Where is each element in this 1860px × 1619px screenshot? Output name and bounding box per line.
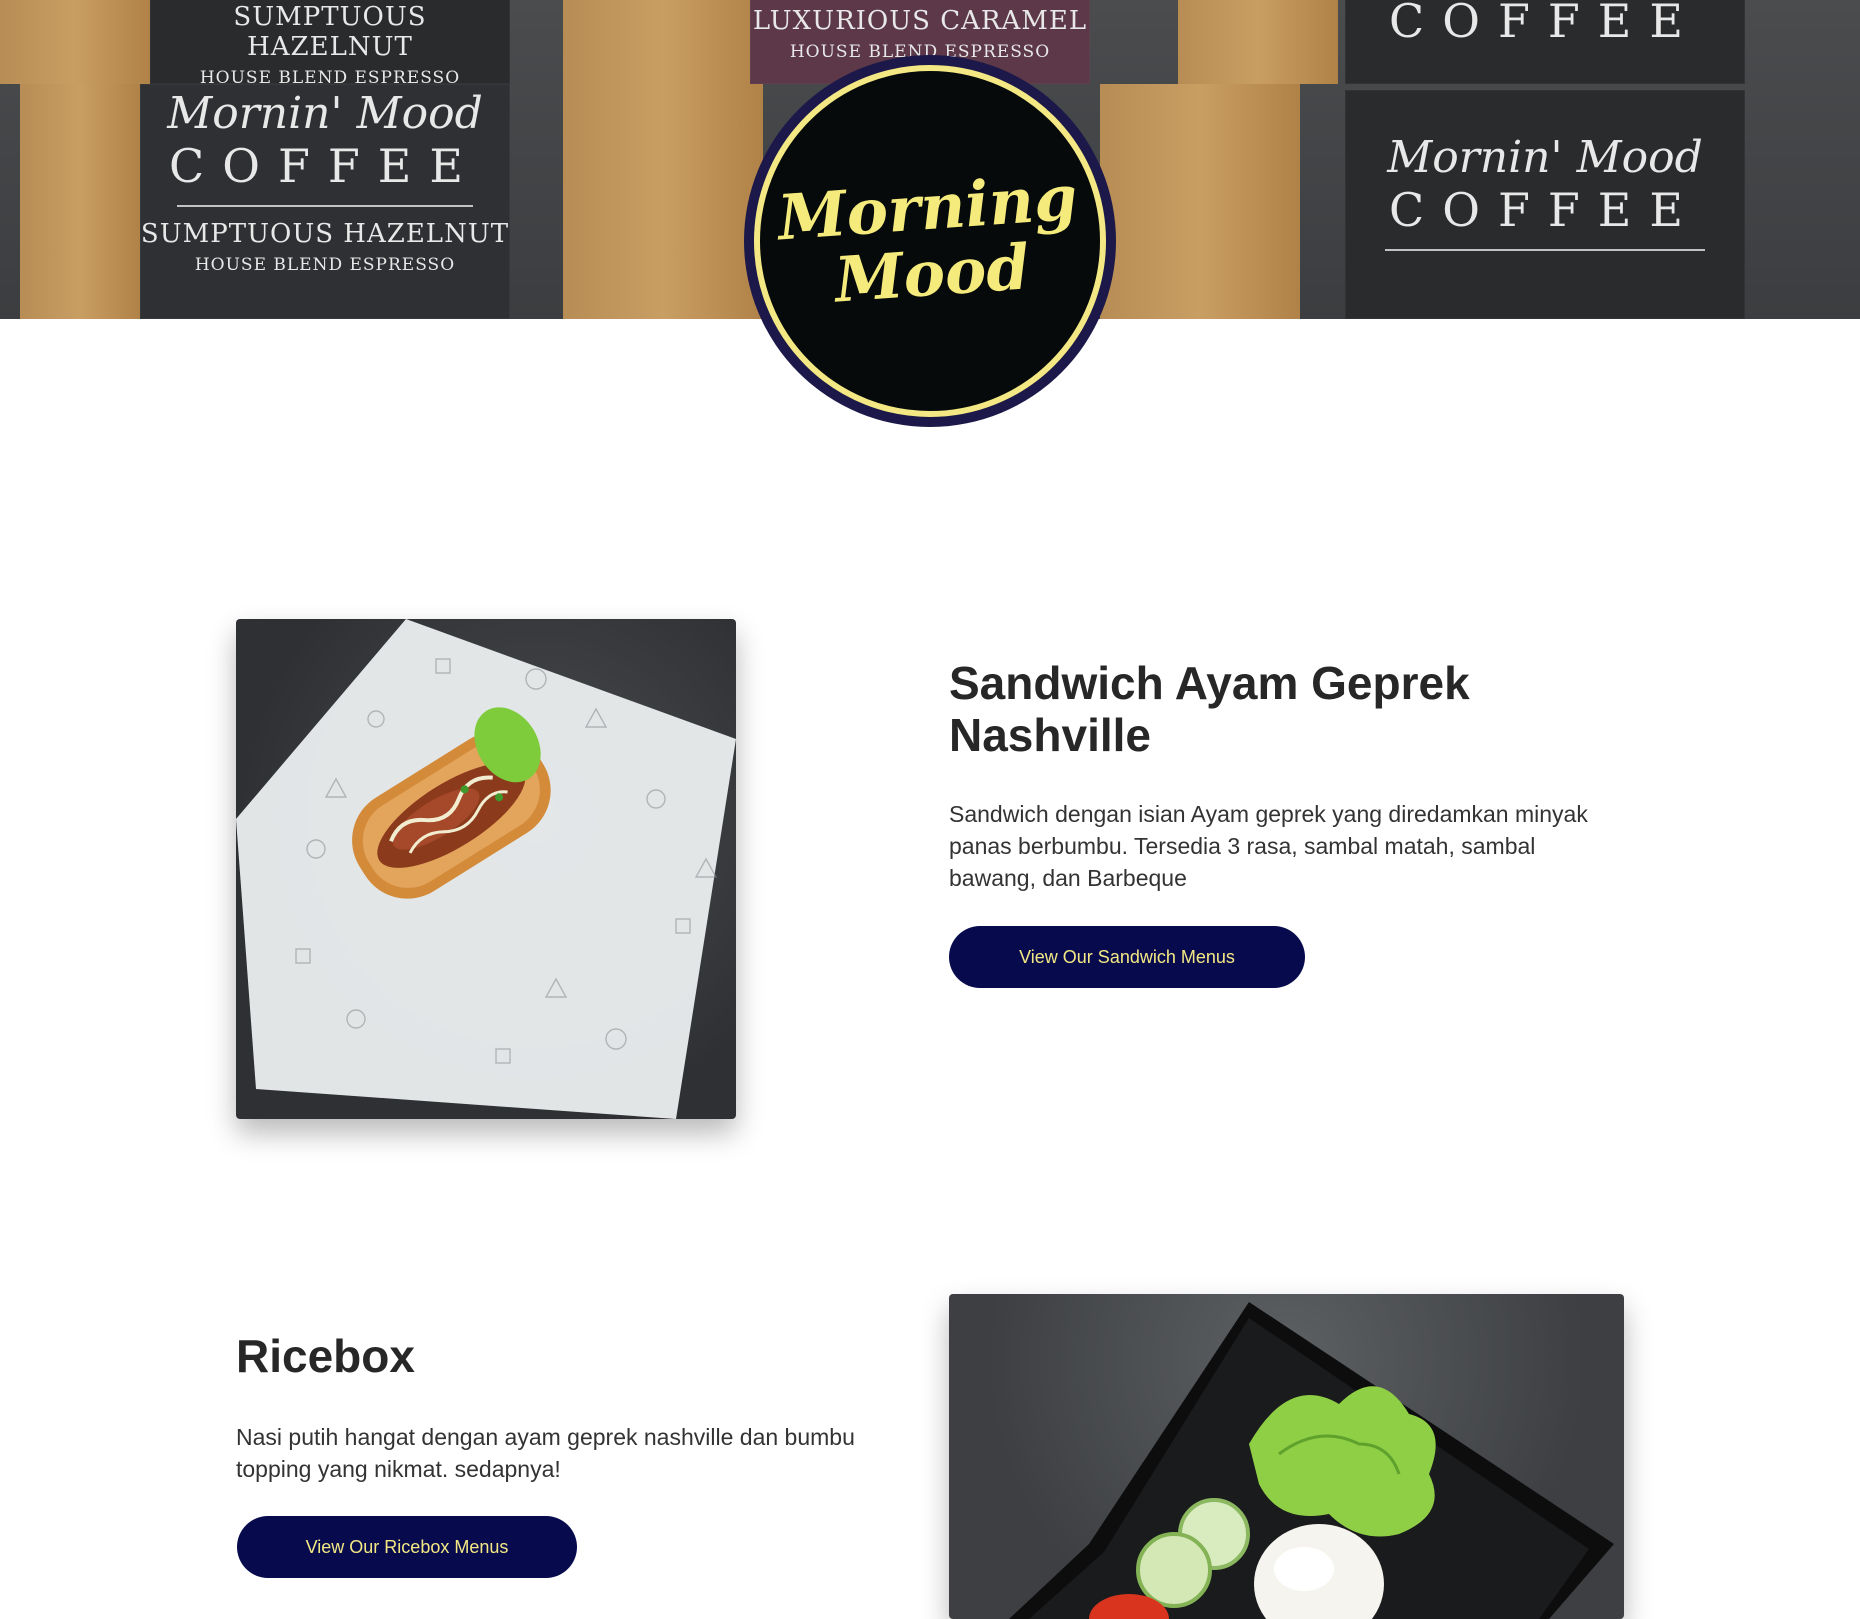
bag-coffee-text: COFFEE [1389,0,1701,48]
sandwich-photo [236,619,736,1119]
bag-coffee-text: COFFEE [169,139,481,193]
bag-brand: Mornin' Mood [167,88,483,139]
bag-label: SUMPTUOUS HAZELNUT [233,2,427,62]
coffee-bag: COFFEE [1345,0,1745,84]
bag-coffee-text: COFFEE [1389,183,1701,237]
coffee-bag: SUMPTUOUS HAZELNUT HOUSE BLEND ESPRESSO [150,0,510,88]
ricebox-illustration [1009,1302,1614,1619]
bag-divider [1385,249,1705,251]
ricebox-photo [949,1294,1624,1619]
bag-label: SUMPTUOUS HAZELNUT [140,219,510,249]
coffee-bag-hazelnut: Mornin' Mood COFFEE SUMPTUOUS HAZELNUT H… [140,84,510,319]
kraft-paper [1100,84,1300,319]
view-ricebox-menus-button[interactable]: View Our Ricebox Menus [237,1516,577,1578]
logo-badge: Morning Mood [754,65,1106,417]
kraft-paper [563,84,763,319]
coffee-bag-morning-mood: Mornin' Mood COFFEE [1345,90,1745,319]
brand-logo[interactable]: Morning Mood [744,55,1116,427]
kraft-paper [0,0,150,84]
bag-divider [177,205,473,207]
bag-sublabel: HOUSE BLEND ESPRESSO [194,255,456,275]
sandwich-illustration [236,619,736,1119]
ricebox-description: Nasi putih hangat dengan ayam geprek nas… [236,1424,855,1482]
ricebox-title: Ricebox [236,1330,415,1382]
logo-wordmark: Morning Mood [776,161,1084,318]
bag-brand: Mornin' Mood [1387,132,1703,183]
sandwich-description: Sandwich dengan isian Ayam geprek yang d… [949,801,1588,891]
kraft-paper [20,84,140,319]
bag-label: LUXURIOUS CARAMEL [752,6,1088,36]
sandwich-title: Sandwich Ayam Geprek Nashville [949,657,1470,761]
kraft-paper [1178,0,1338,84]
kraft-paper [563,0,763,84]
view-sandwich-menus-button[interactable]: View Our Sandwich Menus [949,926,1305,988]
